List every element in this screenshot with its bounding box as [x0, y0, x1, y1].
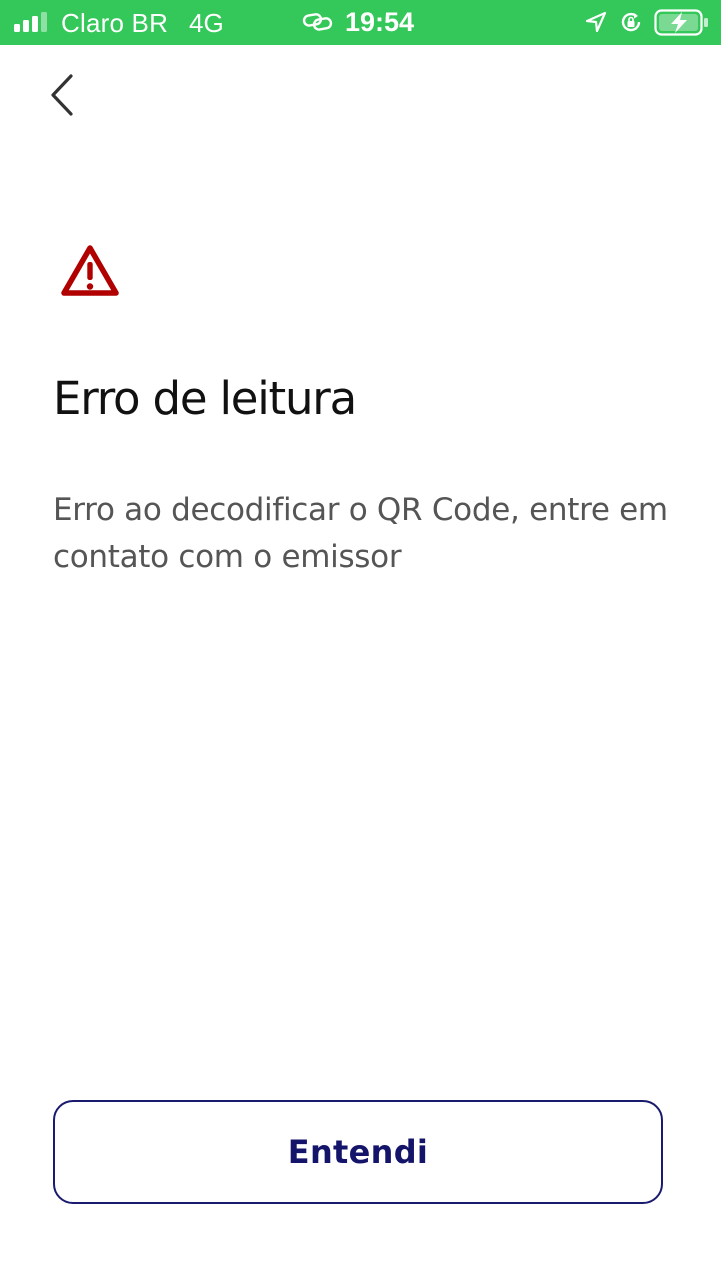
network-type: 4G: [189, 8, 224, 38]
carrier-name: Claro BR: [61, 8, 169, 38]
signal-icon: [14, 12, 47, 32]
link-icon: [302, 13, 333, 31]
confirm-button-label: Entendi: [287, 1133, 429, 1171]
status-time: 19:54: [345, 7, 415, 37]
chevron-left-icon: [51, 74, 73, 116]
page-title: Erro de leitura: [53, 372, 357, 425]
back-button[interactable]: [40, 68, 88, 122]
error-message: Erro ao decodificar o QR Code, entre em …: [53, 492, 668, 575]
status-bar: Claro BR 4G 19:54: [0, 0, 721, 45]
confirm-button[interactable]: Entendi: [53, 1100, 663, 1204]
location-icon: [585, 11, 607, 33]
rotation-lock-icon: [621, 12, 641, 32]
battery-charging-icon: [654, 9, 708, 36]
warning-triangle-icon: [61, 245, 119, 296]
